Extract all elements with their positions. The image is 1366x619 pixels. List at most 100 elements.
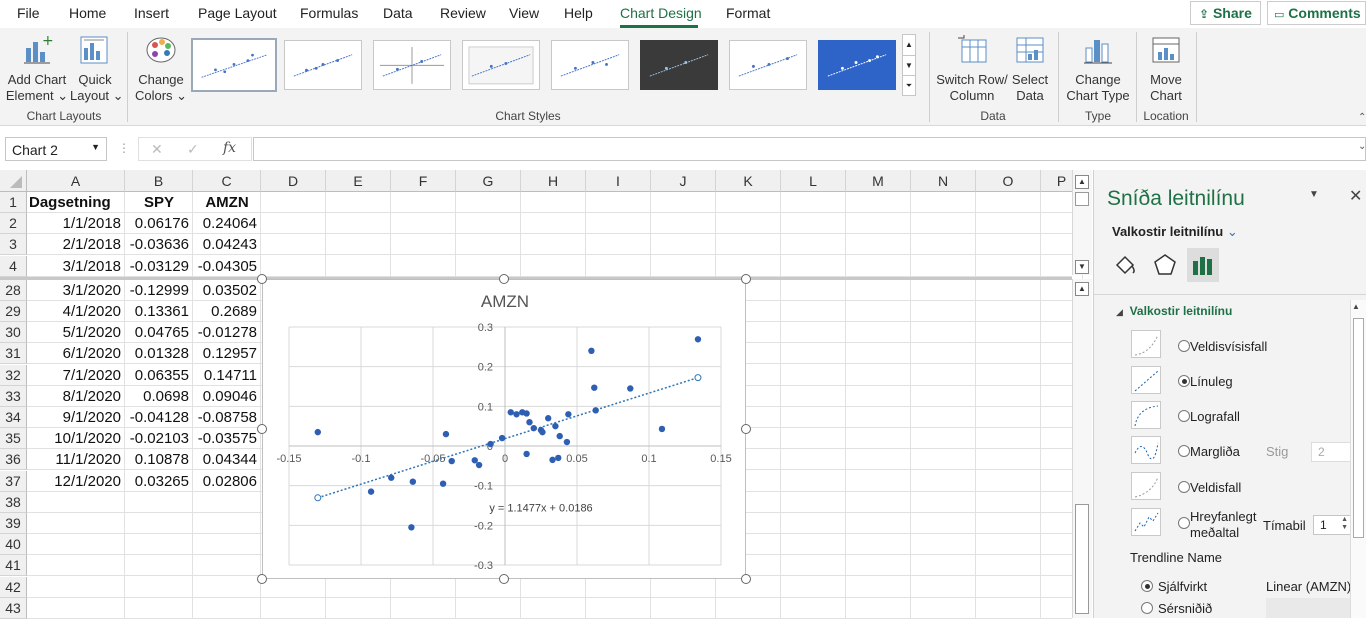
- data-cell[interactable]: -0.04305: [193, 257, 257, 277]
- row-header[interactable]: 4: [0, 255, 27, 277]
- resize-handle-top-left[interactable]: [257, 274, 267, 284]
- chart-style-8[interactable]: [818, 40, 896, 90]
- row-header[interactable]: 3: [0, 234, 27, 256]
- select-data-button[interactable]: Select Data: [1008, 32, 1052, 104]
- row-header[interactable]: 35: [0, 428, 27, 450]
- chart-style-5[interactable]: [551, 40, 629, 90]
- column-header[interactable]: E: [326, 170, 391, 192]
- order-spinner[interactable]: 2: [1311, 442, 1351, 462]
- row-header[interactable]: 32: [0, 364, 27, 386]
- column-header[interactable]: M: [846, 170, 911, 192]
- expand-formula-bar-icon[interactable]: ⌄: [1358, 141, 1366, 152]
- data-cell[interactable]: 0.12957: [193, 344, 257, 364]
- data-cell[interactable]: 3/1/2020: [27, 281, 121, 301]
- collapse-ribbon-icon[interactable]: ⌃: [1358, 112, 1366, 123]
- data-cell[interactable]: 1/1/2018: [27, 214, 121, 234]
- chart-style-1[interactable]: [191, 38, 277, 92]
- row-header[interactable]: 1: [0, 192, 27, 213]
- exponential-radio[interactable]: [1178, 340, 1190, 352]
- row-header[interactable]: 31: [0, 343, 27, 365]
- linear-radio[interactable]: [1178, 375, 1190, 387]
- row-header[interactable]: 34: [0, 407, 27, 428]
- chart-style-4[interactable]: [462, 40, 540, 90]
- column-header[interactable]: D: [261, 170, 326, 192]
- data-cell[interactable]: 10/1/2020: [27, 429, 121, 449]
- row-header[interactable]: 40: [0, 534, 27, 556]
- pane-scroll-up-icon[interactable]: ▲: [1352, 302, 1360, 311]
- resize-handle-bottom[interactable]: [499, 574, 509, 584]
- data-cell[interactable]: 0.03265: [125, 472, 189, 492]
- data-cell[interactable]: -0.03636: [125, 235, 189, 255]
- effects-icon[interactable]: [1152, 252, 1178, 278]
- spinner-arrows-icon[interactable]: ▲ ▼: [1341, 516, 1348, 532]
- tab-review[interactable]: Review: [440, 5, 486, 21]
- resize-handle-bottom-left[interactable]: [257, 574, 267, 584]
- row-header[interactable]: 42: [0, 576, 27, 598]
- pane-options-dropdown-icon[interactable]: ▼: [1309, 189, 1319, 200]
- data-cell[interactable]: 0.01328: [125, 344, 189, 364]
- bottom-pane-scroll-up-icon[interactable]: ▲: [1075, 282, 1089, 296]
- row-header[interactable]: 28: [0, 279, 27, 301]
- data-cell[interactable]: 11/1/2020: [27, 450, 121, 470]
- quick-layout-button[interactable]: Quick Layout ⌄: [70, 32, 124, 104]
- data-cell[interactable]: 0.04344: [193, 450, 257, 470]
- row-header[interactable]: 29: [0, 301, 27, 322]
- row-header[interactable]: 43: [0, 597, 27, 619]
- styles-scroll-up-icon[interactable]: ▲: [903, 35, 915, 55]
- column-header[interactable]: B: [125, 170, 193, 192]
- column-header[interactable]: H: [521, 170, 586, 192]
- data-cell[interactable]: 0.14711: [193, 366, 257, 386]
- close-pane-icon[interactable]: ✕: [1349, 186, 1362, 206]
- resize-handle-right[interactable]: [741, 424, 751, 434]
- worksheet[interactable]: ABCDEFGHIJKLMNOP 1 2 3 4 28 29 30 31 32 33 34 35 36 3…: [0, 170, 1083, 619]
- top-pane-scroll-thumb[interactable]: [1075, 192, 1089, 206]
- data-cell[interactable]: 0.02806: [193, 472, 257, 492]
- column-header[interactable]: F: [391, 170, 456, 192]
- row-header[interactable]: 2: [0, 213, 27, 235]
- data-cell[interactable]: 0.24064: [193, 214, 257, 234]
- row-header[interactable]: 38: [0, 491, 27, 513]
- header-cell[interactable]: Dagsetning: [29, 193, 111, 213]
- row-header[interactable]: 37: [0, 470, 27, 492]
- data-cell[interactable]: 5/1/2020: [27, 323, 121, 343]
- data-cell[interactable]: 0.06176: [125, 214, 189, 234]
- column-header[interactable]: G: [456, 170, 521, 192]
- header-cell[interactable]: AMZN: [193, 193, 261, 213]
- top-pane-scroll-up-icon[interactable]: ▲: [1075, 175, 1089, 189]
- data-cell[interactable]: -0.12999: [125, 281, 189, 301]
- period-spinner[interactable]: 1 ▲ ▼: [1313, 515, 1351, 535]
- chart-style-3[interactable]: [373, 40, 451, 90]
- tab-view[interactable]: View: [509, 5, 539, 21]
- logarithmic-radio[interactable]: [1178, 410, 1190, 422]
- data-cell[interactable]: -0.04128: [125, 408, 189, 428]
- chart-style-2[interactable]: [284, 40, 362, 90]
- options-dropdown[interactable]: Valkostir leitnilínu ⌄: [1112, 224, 1238, 240]
- share-button[interactable]: ⇪ Share: [1190, 1, 1261, 25]
- name-box-dropdown-icon[interactable]: ▼: [91, 142, 100, 152]
- column-header[interactable]: C: [193, 170, 261, 192]
- tab-page-layout[interactable]: Page Layout: [198, 5, 277, 21]
- data-cell[interactable]: 0.09046: [193, 387, 257, 407]
- data-cell[interactable]: 0.2689: [193, 302, 257, 322]
- data-cell[interactable]: -0.02103: [125, 429, 189, 449]
- column-header[interactable]: J: [651, 170, 716, 192]
- bottom-pane-scroll-thumb[interactable]: [1075, 504, 1089, 614]
- column-header[interactable]: K: [716, 170, 781, 192]
- tab-formulas[interactable]: Formulas: [300, 5, 358, 21]
- tab-data[interactable]: Data: [383, 5, 413, 21]
- data-cell[interactable]: -0.08758: [193, 408, 257, 428]
- top-pane-scroll-down-icon[interactable]: ▼: [1075, 260, 1089, 274]
- top-pane-scrollbar[interactable]: ▲ ▼: [1072, 170, 1092, 275]
- polynomial-radio[interactable]: [1178, 445, 1190, 457]
- styles-more-icon[interactable]: ⏷: [903, 75, 915, 95]
- automatic-radio[interactable]: [1141, 580, 1153, 592]
- power-radio[interactable]: [1178, 481, 1190, 493]
- resize-handle-top-right[interactable]: [741, 274, 751, 284]
- styles-scroll-down-icon[interactable]: ▼: [903, 55, 915, 75]
- data-cell[interactable]: -0.03129: [125, 257, 189, 277]
- row-header[interactable]: 41: [0, 555, 27, 577]
- row-header[interactable]: 30: [0, 322, 27, 344]
- pane-scrollbar[interactable]: ▲: [1350, 300, 1366, 618]
- tab-home[interactable]: Home: [69, 5, 106, 21]
- chart[interactable]: AMZN -0.15 -0.1 -0.05 0 0.05 0.1 0.15 0.3 0.2 0.1…: [262, 279, 746, 579]
